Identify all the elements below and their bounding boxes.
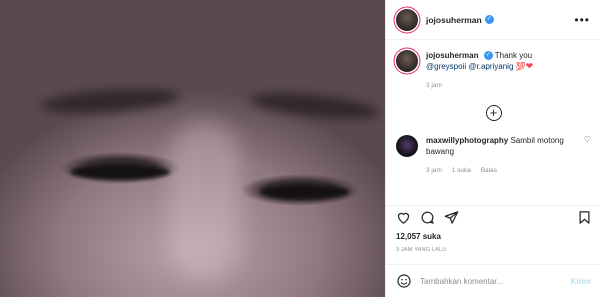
heart-outline-icon [397,212,409,224]
comment-username[interactable]: jojosuherman [426,51,478,60]
comment-body: jojosuherman ✓ Thank you @greyspoii @r.a… [426,50,591,91]
photo-detail [39,85,181,117]
post-header: jojosuherman ✓ ••• [386,0,600,40]
like-button[interactable] [394,209,412,227]
comment-time: 3 jam [426,167,442,174]
photo-detail [260,185,350,199]
comment-input[interactable] [420,276,571,286]
bookmark-icon [579,211,589,224]
share-button[interactable] [442,209,460,227]
instagram-post: jojosuherman ✓ ••• jojosuherman ✓ Thank … [0,0,600,297]
load-more-comments-button[interactable]: + [485,105,502,121]
action-bar [386,205,600,229]
mention-link[interactable]: @greyspoii [426,62,466,71]
add-comment-bar: Kirim [386,264,600,297]
post-photo[interactable] [0,0,385,297]
comment-time: 3 jam [426,82,442,89]
paper-plane-icon [444,211,458,224]
likes-count[interactable]: 12,057 suka [396,232,441,241]
comment-username[interactable]: maxwillyphotography [426,136,508,145]
post-side-panel: jojosuherman ✓ ••• jojosuherman ✓ Thank … [385,0,600,297]
post-comment-button[interactable]: Kirim [571,277,591,286]
mention-link[interactable]: @r.apriyanig [468,62,513,71]
heart-outline-icon[interactable]: ♡ [584,135,591,176]
caption-comment: jojosuherman ✓ Thank you @greyspoii @r.a… [396,50,591,91]
comments-section: jojosuherman ✓ Thank you @greyspoii @r.a… [386,40,600,205]
verified-badge-icon: ✓ [483,51,493,61]
commenter-avatar[interactable] [396,50,418,72]
emoji-icon[interactable] [396,273,412,289]
photo-detail [170,120,240,280]
comment-meta: 3 jam [426,80,591,91]
verified-badge-icon: ✓ [484,15,494,24]
photo-detail [249,88,381,124]
comment-text: Thank you [494,51,533,60]
author-avatar[interactable] [396,8,418,31]
photo-detail [70,165,170,179]
author-username[interactable]: jojosuherman [426,15,482,25]
commenter-avatar[interactable] [396,135,418,157]
comment-bubble-icon [421,211,434,224]
comment-button[interactable] [418,209,436,227]
reply-button[interactable]: Balas [481,167,497,174]
comment-likes[interactable]: 1 suka [452,167,471,174]
post-timestamp: 3 JAM YANG LALU [396,247,447,253]
save-button[interactable] [575,209,593,227]
hundred-emoji: 💯 [515,62,526,71]
comment-item: maxwillyphotography Sambil motong bawang… [396,135,591,176]
comment-body: maxwillyphotography Sambil motong bawang… [426,135,580,176]
heart-emoji: ❤ [525,61,534,71]
comment-meta: 3 jam 1 suka Balas [426,165,580,176]
more-options-icon[interactable]: ••• [574,13,590,27]
